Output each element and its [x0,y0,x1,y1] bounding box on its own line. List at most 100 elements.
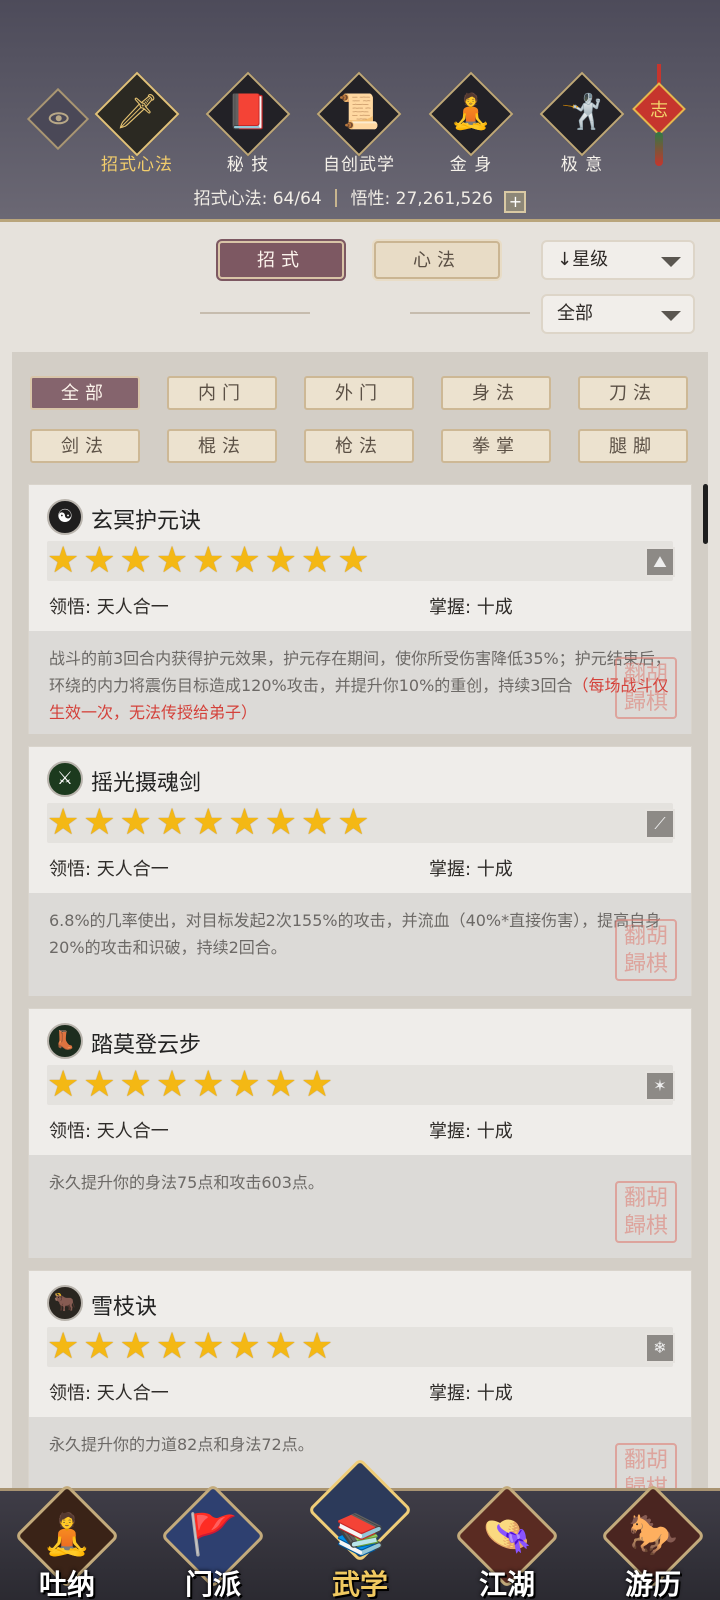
yin-yang-icon: ☯ [47,499,83,535]
divider [335,189,338,207]
scrollbar[interactable] [703,484,708,544]
header: 🗡 招式心法 📕 秘 技 📜 自创武学 🧘 金 身 🤺 极 意 志 招式心法: … [0,0,720,222]
mastery-label: 掌握: 十成 [429,1383,513,1404]
seal-stamp-icon: 翻胡歸棋 [615,919,677,981]
nav-label: 门派 [184,1568,241,1600]
comprehension-label: 领悟: 天人合一 [49,1383,169,1404]
comprehension-label: 领悟: 天人合一 [49,1121,169,1142]
skill-card[interactable]: ☯ 玄冥护元诀 ★★★★★★★★★ ⛰ 领悟: 天人合一 掌握: 十成 战斗的前… [28,484,692,734]
mastery-label: 掌握: 十成 [429,859,513,880]
nav-label: 游历 [624,1568,681,1600]
skill-name: 摇光摄魂剑 [91,771,202,796]
eye-icon [48,112,69,125]
subtab-legs[interactable]: 腿脚 [578,429,688,463]
skill-description: 6.8%的几率使出，对目标发起2次155%的攻击，并流血（40%*直接伤害），提… [29,893,691,996]
tab-secret-skills[interactable]: 📕 秘 技 [193,71,303,178]
tab-golden-body[interactable]: 🧘 金 身 [416,71,526,178]
skill-name: 玄冥护元诀 [91,509,202,534]
stars: ★★★★★★★★ [47,1064,338,1105]
star-rating: ★★★★★★★★★ [47,541,673,581]
subtab-fist-palm[interactable]: 拳掌 [441,429,551,463]
subtab-inner-sect[interactable]: 内门 [167,376,277,410]
ornament-divider [200,312,310,314]
nav-label: 江湖 [478,1568,535,1600]
skill-panel: 全部 内门 外门 身法 刀法 剑法 棍法 枪法 拳掌 腿脚 ☯ 玄冥护元诀 ★★… [12,352,708,1488]
boot-icon: 👢 [47,1023,83,1059]
skill-card[interactable]: 🐂 雪枝诀 ★★★★★★★★ ❄ 领悟: 天人合一 掌握: 十成 永久提升你的力… [28,1270,692,1488]
nav-label: 武学 [331,1568,388,1600]
martial-pose-icon: 🤺 [560,92,604,132]
knot-label: 志 [650,100,668,121]
scroll-icon: 📜 [337,92,381,132]
tab-self-created[interactable]: 📜 自创武学 [304,71,414,178]
skill-card[interactable]: ⚔ 摇光摄魂剑 ★★★★★★★★★ ⟋ 领悟: 天人合一 掌握: 十成 6.8%… [28,746,692,996]
subtab-blade[interactable]: 刀法 [578,376,688,410]
stars: ★★★★★★★★★ [47,540,374,581]
tab-heart-methods[interactable]: 心法 [374,241,500,279]
comprehension-label: 领悟: 天人合一 [49,597,169,618]
subtab-staff[interactable]: 棍法 [167,429,277,463]
books-icon: 📚 [335,1512,385,1558]
subtab-sword[interactable]: 剑法 [30,429,140,463]
skill-name: 雪枝诀 [91,1295,158,1320]
star-rating: ★★★★★★★★ [47,1065,673,1105]
skill-description: 战斗的前3回合内获得护元效果，护元存在期间，使你所受伤害降低35%；护元结束后，… [29,631,691,734]
bottom-nav: 🧘 吐纳 🚩 门派 📚 武学 👒 江湖 🐎 游历 [0,1457,720,1600]
comprehension-label: 领悟: 天人合一 [49,859,169,880]
sort-dropdown[interactable]: ↓星级 [541,240,695,280]
view-toggle-button[interactable] [26,87,90,151]
inner-art-icon: ⛰ [645,547,675,577]
seal-stamp-icon: 翻胡歸棋 [615,1443,677,1488]
green-blade-icon: ⚔ [47,761,83,797]
monk-icon: 🧘 [42,1512,92,1558]
subtab-outer-sect[interactable]: 外门 [304,376,414,410]
movement-type-icon: ✶ [645,1071,675,1101]
horse-icon: 🐎 [628,1512,678,1558]
add-insight-button[interactable]: + [504,191,527,213]
nav-jianghu[interactable]: 👒 江湖 [452,1483,562,1600]
tab-label: 极 意 [560,155,604,175]
stars: ★★★★★★★★★ [47,802,374,843]
star-rating: ★★★★★★★★★ [47,803,673,843]
insight-value: 悟性: 27,261,526 [350,189,493,209]
tab-label: 秘 技 [226,155,270,175]
tab-label: 自创武学 [323,155,395,175]
mastery-label: 掌握: 十成 [429,1121,513,1142]
chevron-down-icon [661,257,681,267]
tassel-icon [655,132,663,166]
subtab-all[interactable]: 全部 [30,376,140,410]
star-rating: ★★★★★★★★ [47,1327,673,1367]
nav-martial-arts[interactable]: 📚 武学 [305,1457,415,1600]
nav-label: 吐纳 [38,1568,95,1600]
tab-moves-and-heart[interactable]: 🗡 招式心法 [82,71,192,178]
stars: ★★★★★★★★ [47,1326,338,1367]
flags-icon: 🚩 [188,1512,238,1558]
chevron-down-icon [661,311,681,321]
stats-bar: 招式心法: 64/64 悟性: 27,261,526 + [0,184,720,213]
tab-label: 金 身 [449,155,493,175]
tab-label: 招式心法 [101,155,173,175]
skill-description: 永久提升你的身法75点和攻击603点。 [29,1155,691,1258]
tab-ultimate[interactable]: 🤺 极 意 [527,71,637,178]
nav-breathing[interactable]: 🧘 吐纳 [12,1483,122,1600]
scope-dropdown[interactable]: 全部 [541,294,695,334]
moves-count: 招式心法: 64/64 [193,189,322,209]
bull-head-icon: 🐂 [47,1285,83,1321]
scope-label: 全部 [557,303,593,324]
subtab-spear[interactable]: 枪法 [304,429,414,463]
seal-stamp-icon: 翻胡歸棋 [615,657,677,719]
tab-moves[interactable]: 招式 [218,241,344,279]
skill-card[interactable]: 👢 踏莫登云步 ★★★★★★★★ ✶ 领悟: 天人合一 掌握: 十成 永久提升你… [28,1008,692,1258]
ornament-divider [410,312,530,314]
nav-travel[interactable]: 🐎 游历 [598,1483,708,1600]
skill-name: 踏莫登云步 [91,1033,202,1058]
sword-icon: 🗡 [115,92,159,132]
seal-stamp-icon: 翻胡歸棋 [615,1181,677,1243]
snowflake-type-icon: ❄ [645,1333,675,1363]
straw-hat-icon: 👒 [482,1512,532,1558]
nav-sect[interactable]: 🚩 门派 [158,1483,268,1600]
subtab-movement[interactable]: 身法 [441,376,551,410]
sword-type-icon: ⟋ [645,809,675,839]
sort-label: ↓星级 [557,249,609,270]
book-icon: 📕 [226,92,270,132]
